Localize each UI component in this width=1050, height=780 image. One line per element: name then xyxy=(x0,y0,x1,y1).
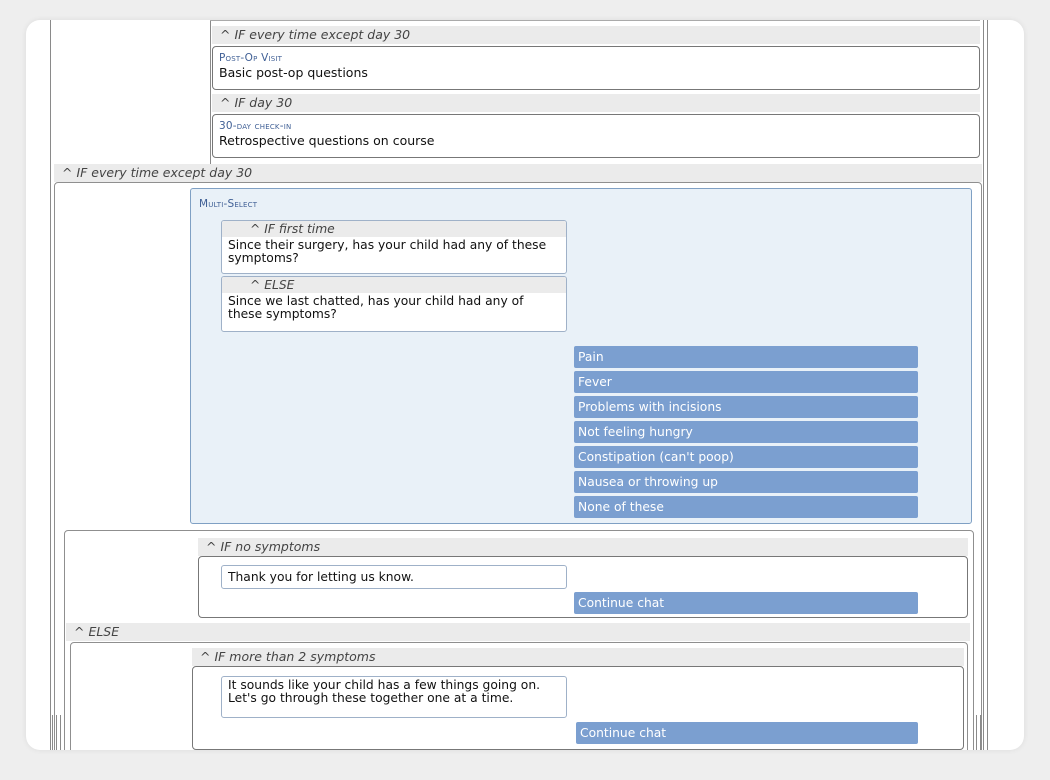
guide-line xyxy=(52,715,53,750)
option-constipation[interactable]: Constipation (can't poop) xyxy=(574,446,918,468)
block-edge xyxy=(210,20,980,21)
continue-chat-button-2[interactable]: Continue chat xyxy=(576,722,918,744)
option-pain[interactable]: Pain xyxy=(574,346,918,368)
continue-chat-button[interactable]: Continue chat xyxy=(574,592,918,614)
option-none-of-these[interactable]: None of these xyxy=(574,496,918,518)
question-text: Since we last chatted, has your child ha… xyxy=(228,294,524,321)
condition-no-symptoms: ^ IF no symptoms xyxy=(198,538,968,556)
guide-line xyxy=(983,20,984,750)
message-bubble-thanks[interactable]: Thank you for letting us know. xyxy=(221,565,567,589)
visit-title: Post-Op Visit xyxy=(219,52,283,64)
guide-line xyxy=(976,715,977,750)
condition-day-30: ^ IF day 30 xyxy=(212,94,980,112)
condition-else: ^ ELSE xyxy=(66,623,970,641)
message-bubble-few-things[interactable]: It sounds like your child has a few thin… xyxy=(221,676,567,718)
question-bubble-first-time[interactable]: ^ IF first time Since their surgery, has… xyxy=(221,220,567,274)
multi-select-title: Multi-Select xyxy=(199,198,258,210)
question-text: Since their surgery, has your child had … xyxy=(228,238,547,265)
guide-line xyxy=(50,20,51,750)
option-problems-with-incisions[interactable]: Problems with incisions xyxy=(574,396,918,418)
condition-more-than-2-symptoms: ^ IF more than 2 symptoms xyxy=(192,648,964,666)
condition-multi-select: ^ IF every time except day 30 xyxy=(54,164,982,182)
guide-line xyxy=(987,20,988,750)
option-not-feeling-hungry[interactable]: Not feeling hungry xyxy=(574,421,918,443)
visit-block-post-op[interactable]: Post-Op Visit Basic post-op questions xyxy=(212,46,980,90)
guide-line xyxy=(56,715,57,750)
question-condition: ^ IF first time xyxy=(222,221,566,237)
condition-every-time-except-day-30: ^ IF every time except day 30 xyxy=(212,26,980,44)
visit-description: Basic post-op questions xyxy=(219,65,368,80)
visit-title: 30-day check-in xyxy=(219,120,292,132)
visit-block-30-day[interactable]: 30-day check-in Retrospective questions … xyxy=(212,114,980,158)
flow-editor-canvas: ^ IF every time except day 30 Post-Op Vi… xyxy=(26,20,1024,750)
question-condition: ^ ELSE xyxy=(222,277,566,293)
guide-line xyxy=(210,20,211,170)
option-fever[interactable]: Fever xyxy=(574,371,918,393)
visit-description: Retrospective questions on course xyxy=(219,133,435,148)
guide-line xyxy=(980,715,981,750)
guide-line xyxy=(60,715,61,750)
question-bubble-else[interactable]: ^ ELSE Since we last chatted, has your c… xyxy=(221,276,567,332)
option-nausea[interactable]: Nausea or throwing up xyxy=(574,471,918,493)
